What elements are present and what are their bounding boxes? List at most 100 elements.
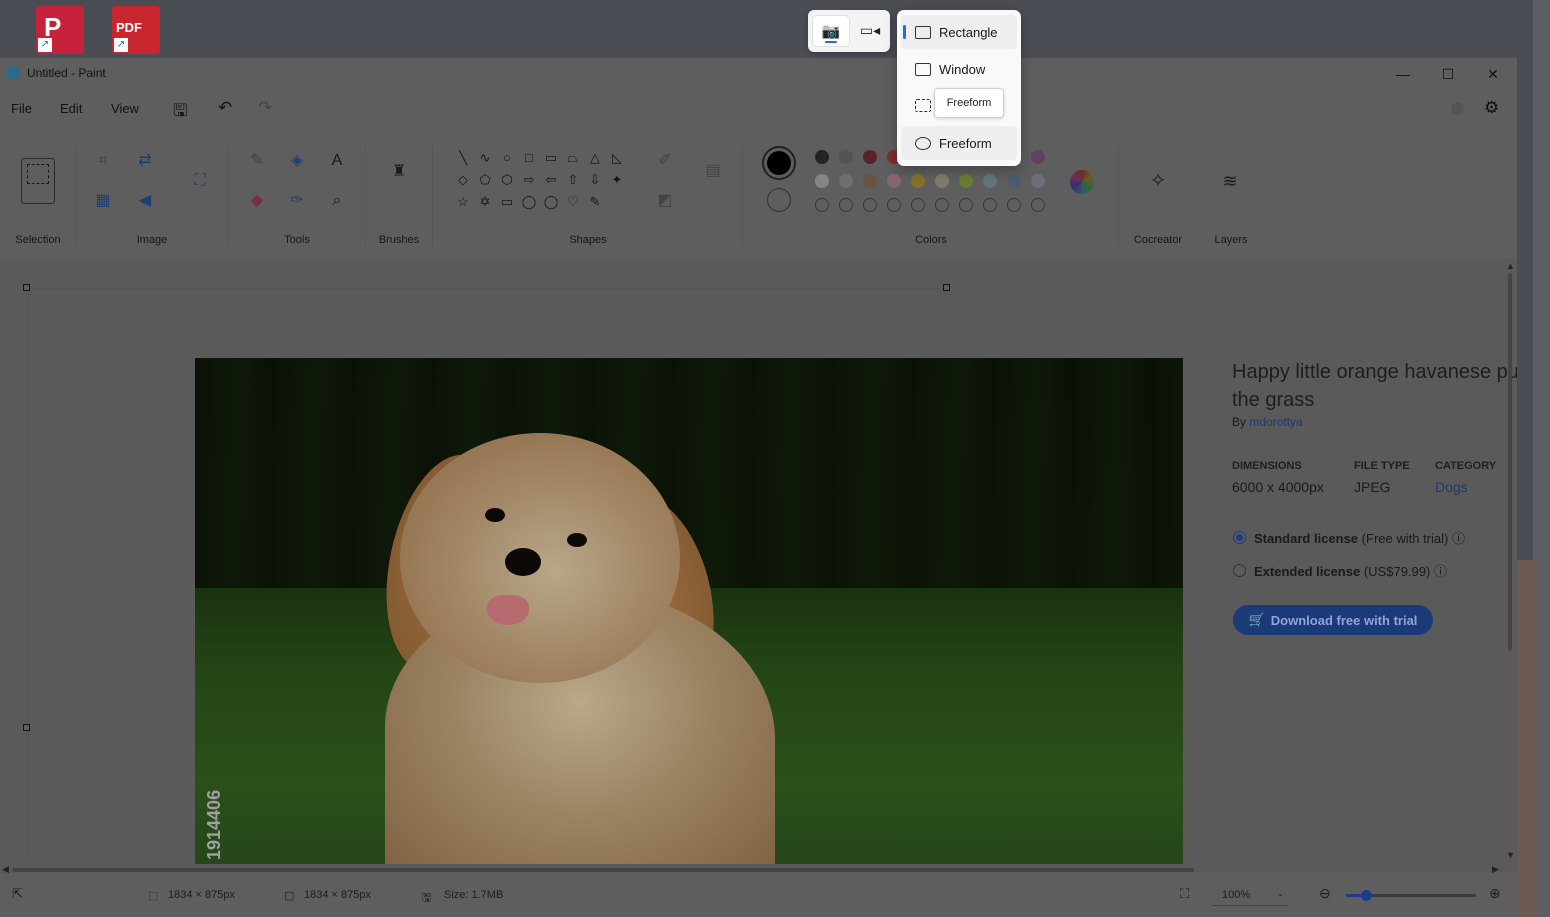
color-swatch[interactable]: [1031, 174, 1045, 188]
account-avatar[interactable]: [1451, 102, 1464, 115]
zoom-dropdown[interactable]: 100% ⌄: [1212, 883, 1288, 906]
color-swatch[interactable]: [1031, 150, 1045, 164]
shape-icon[interactable]: ✎: [585, 192, 605, 212]
layers-icon[interactable]: ≋: [1219, 170, 1241, 192]
zoom-out-icon[interactable]: ⊖: [1319, 885, 1331, 902]
vertical-scrollbar[interactable]: [1508, 273, 1512, 651]
shape-icon[interactable]: ◇: [453, 170, 473, 190]
shape-icon[interactable]: △: [585, 148, 605, 168]
secondary-color-button[interactable]: [767, 188, 791, 212]
fill-bucket-icon[interactable]: ◈: [286, 150, 308, 172]
color-swatch[interactable]: [959, 174, 973, 188]
zoom-in-icon[interactable]: ⊕: [1489, 885, 1501, 902]
snip-mode-window[interactable]: Window: [901, 52, 1017, 86]
color-swatch[interactable]: [815, 174, 829, 188]
select-background-icon[interactable]: ▦: [92, 190, 114, 212]
shape-icon[interactable]: ☆: [453, 192, 473, 212]
save-icon[interactable]: 🖫: [173, 98, 187, 127]
outline-icon[interactable]: ✐: [654, 150, 676, 172]
custom-color-slot[interactable]: [1031, 198, 1045, 212]
color-swatch[interactable]: [839, 150, 853, 164]
standard-license-option[interactable]: Standard license (Free with trial) ⓘ: [1254, 528, 1465, 547]
shape-icon[interactable]: ⏢: [563, 148, 583, 168]
category-link[interactable]: Dogs: [1435, 479, 1468, 495]
cocreator-sparkle-icon[interactable]: ✧: [1147, 170, 1169, 192]
shape-icon[interactable]: ⬠: [475, 170, 495, 190]
redo-icon[interactable]: ↷: [258, 98, 272, 118]
extended-license-radio[interactable]: [1233, 564, 1246, 577]
custom-color-slot[interactable]: [911, 198, 925, 212]
shape-icon[interactable]: □: [519, 148, 539, 168]
eraser-icon[interactable]: ◆: [246, 190, 268, 212]
menu-file[interactable]: File: [11, 101, 32, 116]
custom-color-slot[interactable]: [983, 198, 997, 212]
custom-color-slot[interactable]: [839, 198, 853, 212]
resize-handle[interactable]: [23, 284, 30, 291]
color-swatch[interactable]: [839, 174, 853, 188]
color-swatch[interactable]: [935, 174, 949, 188]
resize-handle[interactable]: [23, 724, 30, 731]
shape-icon[interactable]: ⇨: [519, 170, 539, 190]
shape-icon[interactable]: ╲: [453, 148, 473, 168]
extended-license-option[interactable]: Extended license (US$79.99) ⓘ: [1254, 561, 1447, 580]
shape-icon[interactable]: ∿: [475, 148, 495, 168]
scroll-up-arrow-icon[interactable]: ▲: [1506, 261, 1515, 271]
shape-icon[interactable]: ✡: [475, 192, 495, 212]
custom-color-slot[interactable]: [815, 198, 829, 212]
shape-icon[interactable]: ⇩: [585, 170, 605, 190]
color-swatch[interactable]: [983, 174, 997, 188]
maximize-button[interactable]: ☐: [1425, 58, 1471, 90]
shape-icon[interactable]: ▭: [497, 192, 517, 212]
color-swatch[interactable]: [863, 174, 877, 188]
color-swatch[interactable]: [911, 174, 925, 188]
custom-color-slot[interactable]: [935, 198, 949, 212]
brush-icon[interactable]: ♜: [388, 161, 410, 183]
undo-icon[interactable]: ↶: [218, 98, 232, 118]
color-swatch[interactable]: [887, 174, 901, 188]
shape-style-icon[interactable]: ▤: [702, 160, 724, 182]
crop-icon[interactable]: ⌗: [92, 150, 114, 172]
snip-mode-freeform[interactable]: Freeform: [901, 126, 1017, 160]
settings-gear-icon[interactable]: ⚙: [1484, 98, 1499, 118]
custom-color-slot[interactable]: [887, 198, 901, 212]
horizontal-scrollbar[interactable]: [12, 868, 1194, 872]
menu-edit[interactable]: Edit: [60, 101, 82, 116]
color-swatch[interactable]: [863, 150, 877, 164]
shape-icon[interactable]: ◺: [607, 148, 627, 168]
info-icon[interactable]: ⓘ: [1452, 531, 1465, 546]
zoom-slider[interactable]: [1346, 890, 1476, 901]
fill-icon[interactable]: ◩: [654, 190, 676, 212]
standard-license-radio[interactable]: [1233, 531, 1246, 544]
info-icon[interactable]: ⓘ: [1434, 564, 1447, 579]
shape-icon[interactable]: ○: [497, 148, 517, 168]
pencil-icon[interactable]: ✎: [246, 150, 268, 172]
pdf-shortcut-icon[interactable]: PDF ↗: [112, 6, 160, 54]
custom-color-slot[interactable]: [1007, 198, 1021, 212]
shape-icon[interactable]: ⇦: [541, 170, 561, 190]
shape-icon[interactable]: ⇧: [563, 170, 583, 190]
shape-icon[interactable]: ♡: [563, 192, 583, 212]
minimize-button[interactable]: —: [1380, 58, 1426, 90]
scroll-down-arrow-icon[interactable]: ▼: [1506, 850, 1515, 860]
primary-color-button[interactable]: [762, 146, 796, 180]
custom-color-slot[interactable]: [959, 198, 973, 212]
rotate-icon[interactable]: ◀: [134, 190, 156, 212]
shape-icon[interactable]: ⬡: [497, 170, 517, 190]
magnifier-icon[interactable]: ⌕: [326, 190, 348, 212]
shape-icon[interactable]: ◯: [519, 192, 539, 212]
shape-icon[interactable]: ◯: [541, 192, 561, 212]
desktop-shortcut-icon[interactable]: P ↗: [36, 6, 84, 54]
color-swatch[interactable]: [815, 150, 829, 164]
shape-icon[interactable]: ✦: [607, 170, 627, 190]
shape-icon[interactable]: ▭: [541, 148, 561, 168]
custom-color-slot[interactable]: [863, 198, 877, 212]
fit-to-window-icon[interactable]: ⛶: [1180, 886, 1189, 902]
image-generator-icon[interactable]: ⛶: [189, 170, 211, 192]
snip-mode-rectangle[interactable]: Rectangle: [901, 15, 1017, 49]
menu-view[interactable]: View: [111, 101, 139, 116]
edit-colors-icon[interactable]: [1070, 170, 1094, 194]
selection-tool-button[interactable]: [21, 158, 55, 204]
resize-handle[interactable]: [943, 284, 950, 291]
download-button[interactable]: 🛒 Download free with trial: [1233, 605, 1433, 635]
color-swatch[interactable]: [1007, 174, 1021, 188]
